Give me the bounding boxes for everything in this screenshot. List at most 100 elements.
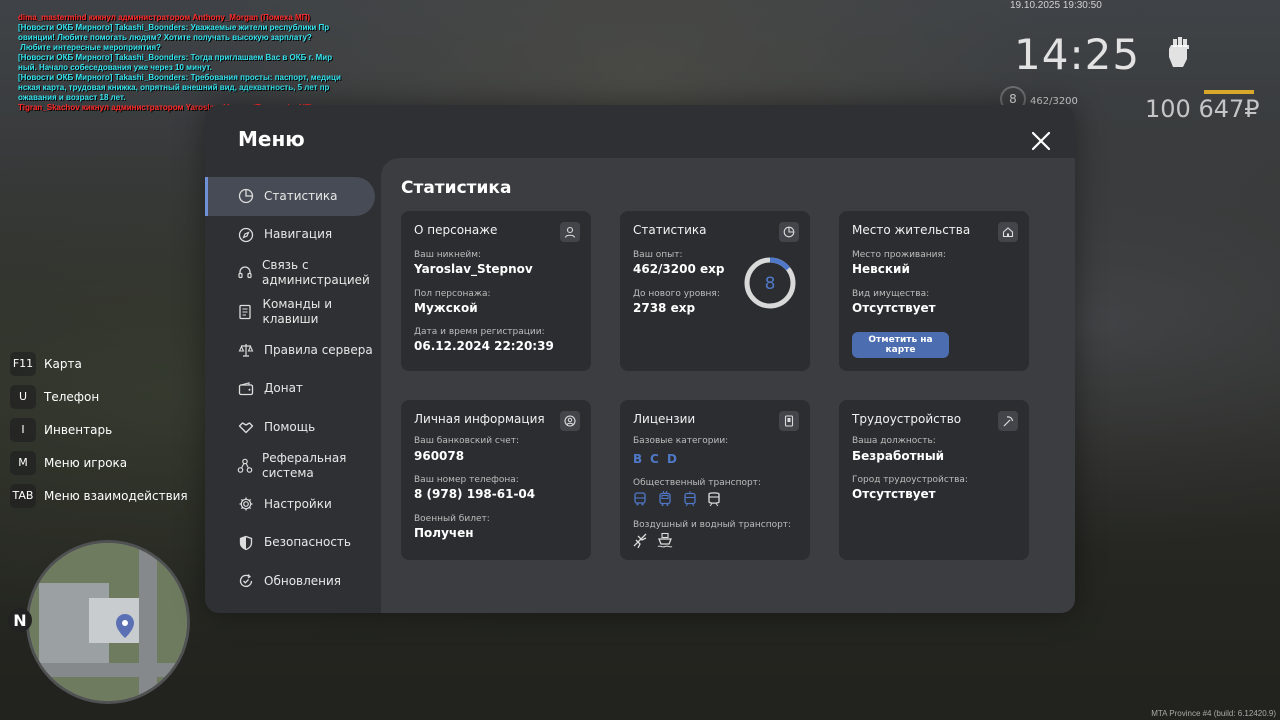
- sidebar-item-label: Донат: [264, 381, 303, 396]
- license-category-c: C: [650, 452, 659, 466]
- phone-value: 8 (978) 198-61-04: [414, 487, 536, 501]
- wallet-icon: [237, 380, 255, 398]
- menu-window: Меню Статистика Навигация Связь с админи…: [205, 105, 1075, 613]
- hotkey-map: F11 Карта: [10, 347, 188, 380]
- metro-icon: [708, 492, 720, 507]
- sidebar-item-label: Настройки: [264, 496, 332, 511]
- chat-line: [Новости ОКБ Мирного] Takashi_Boonders: …: [18, 23, 332, 42]
- sidebar-item-settings[interactable]: Настройки: [205, 485, 381, 524]
- next-level-label: До нового уровня:: [633, 289, 720, 299]
- sidebar-item-contact-admin[interactable]: Связь с администрацией: [205, 254, 381, 293]
- shield-icon: [237, 534, 255, 552]
- bank-account-label: Ваш банковский счет:: [414, 436, 520, 446]
- hud-clock: 14:25: [1014, 30, 1141, 79]
- headset-icon: [237, 264, 253, 282]
- card-title: Место жительства: [852, 223, 971, 237]
- sidebar-item-label: Правила сервера: [264, 342, 373, 357]
- minimap-terrain: [29, 543, 187, 701]
- license-category-b: B: [633, 452, 643, 466]
- hotkey-key: I: [10, 417, 36, 442]
- gender-value: Мужской: [414, 301, 478, 315]
- hotkey-key: M: [10, 450, 36, 475]
- sidebar-item-commands[interactable]: Команды и клавиши: [205, 293, 381, 332]
- user-circle-icon: [560, 411, 580, 431]
- content-panel: Статистика О персонаже Ваш никнейм: Yaro…: [381, 158, 1075, 613]
- trolleybus-icon: [659, 491, 671, 506]
- card-title: О персонаже: [414, 223, 498, 237]
- card-personal-info: Личная информация Ваш банковский счет: 9…: [401, 400, 591, 560]
- employment-city-value: Отсутствует: [852, 487, 936, 501]
- sidebar-item-label: Команды и клавиши: [262, 296, 333, 326]
- residence-label: Место проживания:: [852, 250, 946, 260]
- house-icon: [998, 222, 1018, 242]
- sidebar-item-label: Статистика: [264, 188, 338, 203]
- hotkey-label: Инвентарь: [44, 422, 113, 437]
- hotkey-label: Телефон: [44, 389, 100, 404]
- sidebar-item-security[interactable]: Безопасность: [205, 524, 381, 563]
- hotkey-interaction-menu: TAB Меню взаимодействия: [10, 479, 188, 512]
- document-icon: [237, 303, 254, 321]
- sidebar-item-navigation[interactable]: Навигация: [205, 216, 381, 255]
- gear-icon: [237, 495, 255, 513]
- handshake-icon: [237, 418, 255, 436]
- sidebar-item-referral[interactable]: Реферальная система: [205, 447, 381, 486]
- minimap: [26, 540, 190, 704]
- sidebar: Статистика Навигация Связь с администрац…: [205, 177, 381, 601]
- public-transport-label: Общественный транспорт:: [633, 478, 761, 488]
- chat-line: Любите интересные мероприятия?: [18, 43, 161, 52]
- hotkey-key: U: [10, 384, 36, 409]
- hud-money: 100 647₽: [1145, 95, 1260, 123]
- exp-label: Ваш опыт:: [633, 250, 683, 260]
- license-category-d: D: [667, 452, 677, 466]
- sidebar-item-statistics[interactable]: Статистика: [205, 177, 375, 216]
- bank-account-value: 960078: [414, 449, 465, 463]
- user-icon: [560, 222, 580, 242]
- card-licenses: Лицензии Базовые категории: B C D Общест…: [620, 400, 810, 560]
- pie-chart-icon: [779, 222, 799, 242]
- sidebar-item-label: Обновления: [264, 573, 342, 588]
- card-statistics: Статистика Ваш опыт: 462/3200 exp До нов…: [620, 211, 810, 371]
- base-categories-label: Базовые категории:: [633, 436, 729, 446]
- employment-city-label: Город трудоустройства:: [852, 475, 968, 485]
- hud-datetime: 19.10.2025 19:30:50: [1010, 0, 1102, 11]
- menu-title: Меню: [238, 127, 305, 151]
- referral-icon: [237, 457, 253, 475]
- level-number: 8: [765, 274, 776, 294]
- sidebar-item-label: Помощь: [264, 419, 316, 434]
- card-title: Лицензии: [633, 412, 696, 426]
- card-title: Статистика: [633, 223, 707, 237]
- sidebar-item-rules[interactable]: Правила сервера: [205, 331, 381, 370]
- tram-icon: [684, 491, 696, 507]
- refresh-check-icon: [237, 572, 255, 590]
- sidebar-item-label: Безопасность: [264, 535, 351, 550]
- hotkey-inventory: I Инвентарь: [10, 413, 188, 446]
- mark-on-map-button[interactable]: Отметить на карте: [852, 332, 949, 358]
- gender-label: Пол персонажа:: [414, 289, 491, 299]
- chat-line: dima_mastermind кикнул администратором A…: [18, 13, 311, 22]
- compass-icon: [237, 226, 255, 244]
- next-level-value: 2738 exp: [633, 301, 696, 315]
- hotkey-label: Карта: [44, 356, 82, 371]
- level-progress-ring: 8: [744, 257, 796, 309]
- pickaxe-icon: [998, 411, 1018, 431]
- card-residence: Место жительства Место проживания: Невск…: [839, 211, 1029, 371]
- hotkey-key: F11: [10, 351, 36, 376]
- hotkey-player-menu: M Меню игрока: [10, 446, 188, 479]
- sidebar-item-updates[interactable]: Обновления: [205, 562, 381, 601]
- military-id-label: Военный билет:: [414, 514, 490, 524]
- sidebar-item-label: Навигация: [264, 227, 333, 242]
- close-icon[interactable]: [1027, 127, 1055, 155]
- chat-line: [Новости ОКБ Мирного] Takashi_Boonders: …: [18, 73, 344, 102]
- hotkey-phone: U Телефон: [10, 380, 188, 413]
- air-water-transport-label: Воздушный и водный транспорт:: [633, 520, 792, 530]
- military-id-value: Получен: [414, 526, 474, 540]
- pie-chart-icon: [237, 187, 255, 205]
- nickname-label: Ваш никнейм:: [414, 250, 482, 260]
- sidebar-item-donate[interactable]: Донат: [205, 370, 381, 409]
- sidebar-item-label: Реферальная система: [262, 450, 347, 480]
- nickname-value: Yaroslav_Stepnov: [414, 262, 533, 276]
- fist-icon: [1169, 37, 1189, 67]
- sidebar-item-help[interactable]: Помощь: [205, 408, 381, 447]
- exp-value: 462/3200 exp: [633, 262, 725, 276]
- page-title: Статистика: [401, 178, 512, 198]
